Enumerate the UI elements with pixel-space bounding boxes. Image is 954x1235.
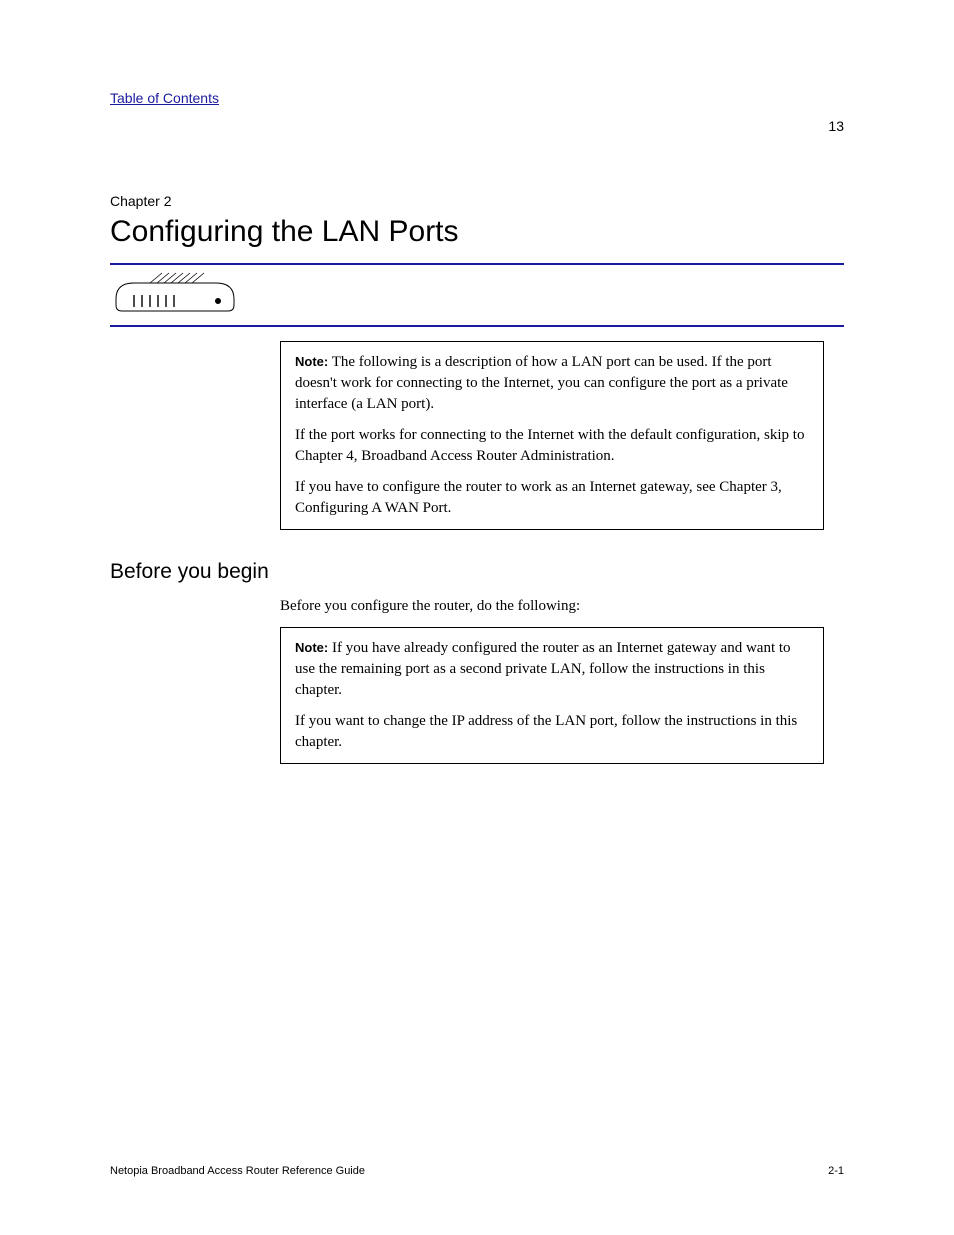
page: Table of Contents 13 Chapter 2 Configuri… xyxy=(0,0,954,1235)
router-illustration xyxy=(110,269,240,317)
toc-link[interactable]: Table of Contents xyxy=(110,90,219,106)
page-footer: Netopia Broadband Access Router Referenc… xyxy=(110,1165,844,1177)
section-heading-before-you-begin: Before you begin xyxy=(110,560,824,584)
footer-doc-title: Netopia Broadband Access Router Referenc… xyxy=(110,1165,365,1177)
note-label: Note: xyxy=(295,354,328,369)
section-note-box: Note: If you have already configured the… xyxy=(280,627,824,764)
intro-note-text-1: The following is a description of how a … xyxy=(295,354,788,412)
divider-top xyxy=(110,263,844,265)
note-label-2: Note: xyxy=(295,640,328,655)
footer-page-number: 2-1 xyxy=(828,1165,844,1177)
body-column: Note: The following is a description of … xyxy=(280,341,844,764)
intro-note-text-3: If you have to configure the router to w… xyxy=(295,477,809,519)
section-note-text-2: If you want to change the IP address of … xyxy=(295,711,809,753)
section-note-text-1: If you have already configured the route… xyxy=(295,640,791,698)
chapter-title: Configuring the LAN Ports xyxy=(110,215,844,249)
chapter-header: Chapter 2 Configuring the LAN Ports xyxy=(110,193,844,249)
divider-bottom xyxy=(110,325,844,327)
chapter-number: Chapter 2 xyxy=(110,193,844,209)
intro-note-box: Note: The following is a description of … xyxy=(280,341,824,530)
device-illustration-row xyxy=(110,273,844,317)
page-number-top: 13 xyxy=(828,118,844,134)
section-lead-text: Before you configure the router, do the … xyxy=(280,596,824,617)
intro-note-text-2: If the port works for connecting to the … xyxy=(295,425,809,467)
